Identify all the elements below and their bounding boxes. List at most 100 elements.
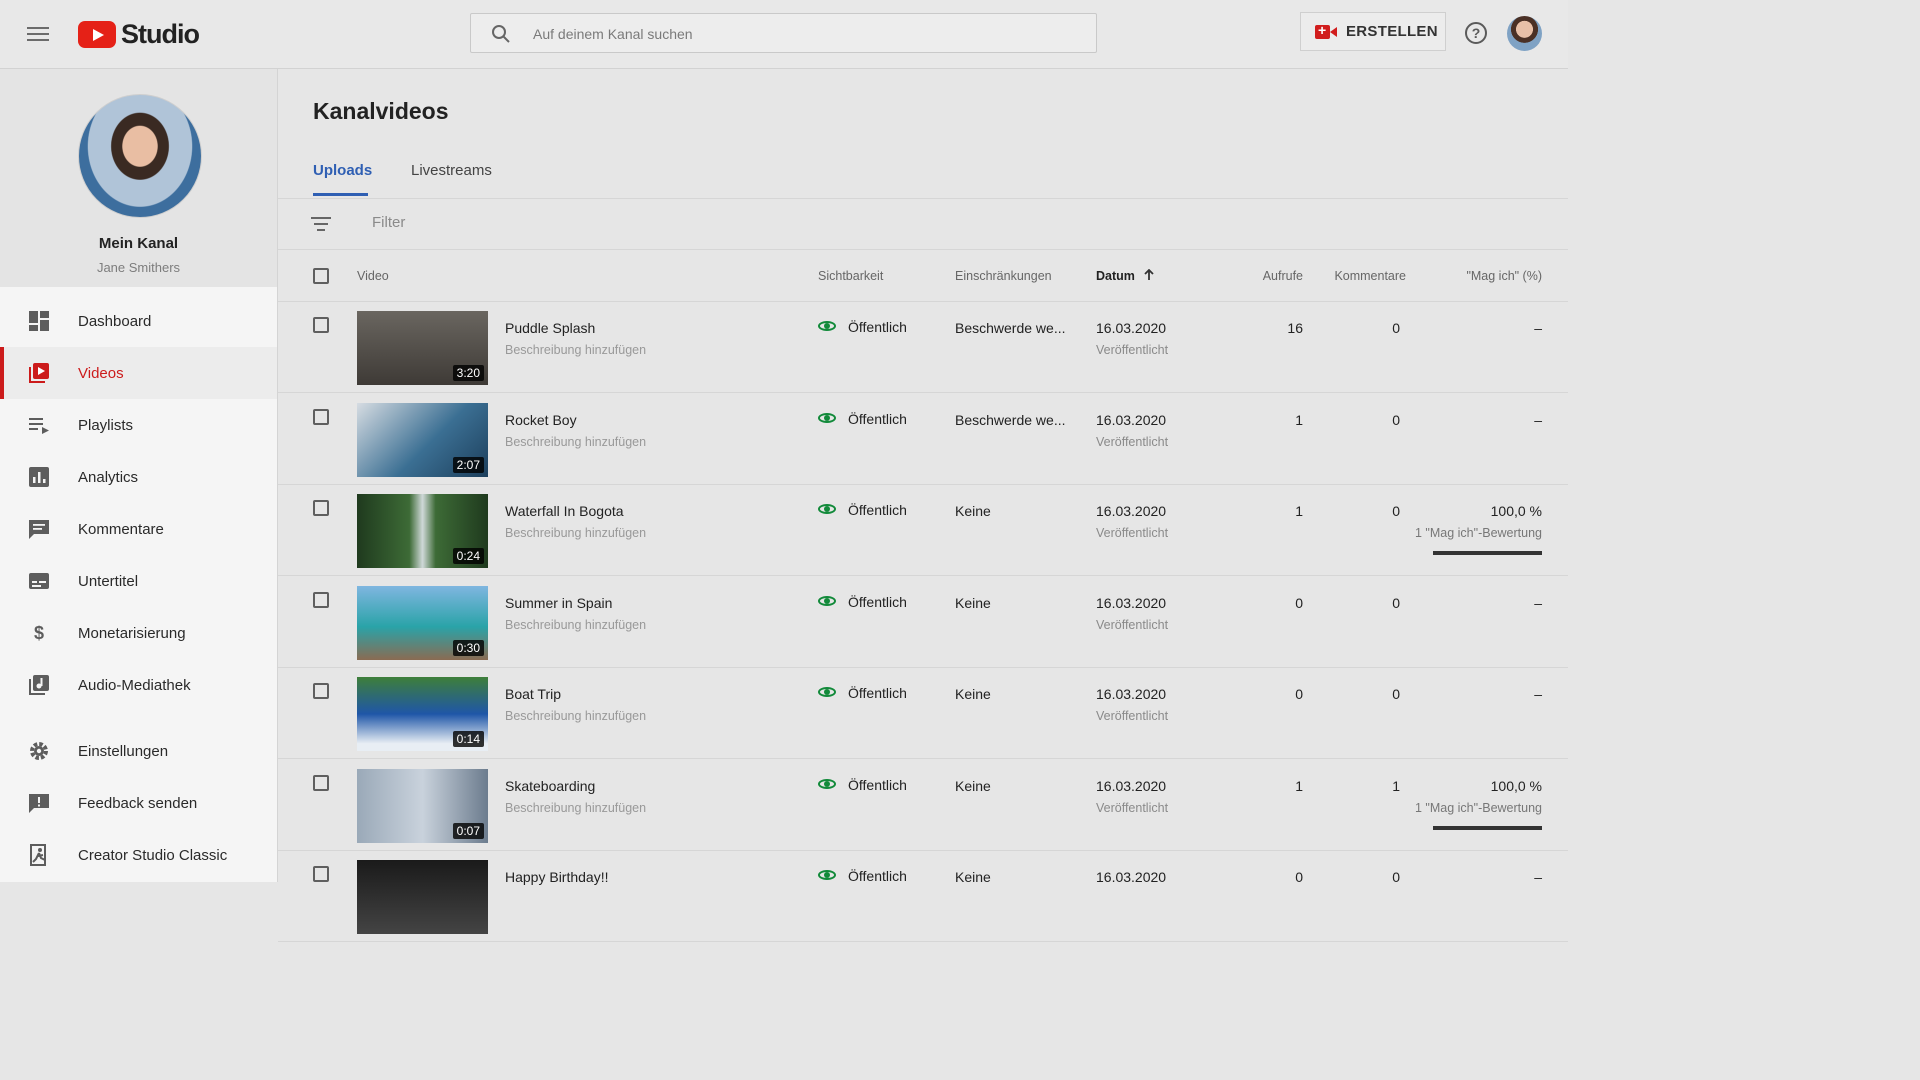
sidebar-item-subtitles[interactable]: Untertitel — [0, 555, 277, 607]
visibility-cell[interactable]: Öffentlich — [818, 685, 907, 701]
visibility-cell[interactable]: Öffentlich — [818, 319, 907, 335]
column-comments[interactable]: Kommentare — [1334, 269, 1406, 283]
row-checkbox[interactable] — [313, 408, 329, 425]
video-title[interactable]: Waterfall In Bogota — [505, 503, 624, 519]
column-views[interactable]: Aufrufe — [1263, 269, 1303, 283]
video-thumbnail[interactable]: 2:07 — [357, 402, 488, 477]
select-all-checkbox[interactable] — [313, 268, 329, 284]
search-icon[interactable] — [491, 24, 511, 44]
sidebar-item-comments[interactable]: Kommentare — [0, 503, 277, 555]
date-cell: 16.03.2020 — [1096, 777, 1167, 794]
create-button[interactable]: ERSTELLEN — [1300, 12, 1446, 51]
column-restrictions[interactable]: Einschränkungen — [955, 269, 1052, 283]
visibility-cell[interactable]: Öffentlich — [818, 777, 907, 793]
sidebar-item-feedback[interactable]: Feedback senden — [0, 777, 277, 829]
video-title[interactable]: Puddle Splash — [505, 320, 595, 336]
views-cell: 1 — [1295, 503, 1303, 519]
likes-cell: 100,0 % — [1490, 503, 1542, 519]
tab-uploads[interactable]: Uploads — [313, 162, 372, 179]
video-duration: 2:07 — [452, 456, 484, 473]
analytics-icon — [29, 467, 49, 487]
hamburger-menu-icon[interactable] — [27, 24, 51, 44]
table-row[interactable]: Happy Birthday!! Öffentlich Keine 16.03.202… — [278, 851, 1568, 942]
sidebar-item-label: Creator Studio Classic — [78, 846, 228, 864]
account-avatar[interactable] — [1507, 16, 1542, 51]
video-description[interactable]: Beschreibung hinzufügen — [505, 343, 646, 357]
eye-icon — [818, 504, 838, 516]
restrictions-cell[interactable]: Keine — [955, 686, 991, 702]
views-cell: 0 — [1295, 686, 1303, 702]
sidebar-item-playlists[interactable]: Playlists — [0, 399, 277, 451]
video-thumbnail[interactable]: 0:14 — [357, 677, 488, 751]
row-checkbox[interactable] — [313, 683, 329, 699]
video-thumbnail[interactable]: 3:20 — [357, 311, 488, 385]
sidebar-item-dashboard[interactable]: Dashboard — [0, 295, 277, 347]
sidebar-item-analytics[interactable]: Analytics — [0, 451, 277, 503]
main-content: Kanalvideos Uploads Livestreams Video Si… — [278, 69, 1568, 942]
video-title[interactable]: Summer in Spain — [505, 595, 612, 611]
restrictions-cell[interactable]: Keine — [955, 778, 991, 794]
row-checkbox[interactable] — [313, 591, 329, 608]
comments-cell: 0 — [1392, 320, 1400, 336]
exit-icon — [30, 844, 46, 866]
sidebar-item-audio-library[interactable]: Audio-Mediathek — [0, 659, 277, 711]
video-title[interactable]: Happy Birthday!! — [505, 869, 609, 885]
table-row[interactable]: 0:14 Boat Trip Beschreibung hinzufügen Öffe… — [278, 668, 1568, 759]
comments-cell: 0 — [1392, 869, 1400, 885]
column-date[interactable]: Datum — [1096, 268, 1155, 283]
filter-icon[interactable] — [311, 217, 331, 231]
visibility-cell[interactable]: Öffentlich — [818, 502, 907, 518]
sidebar-item-monetization[interactable]: $ Monetarisierung — [0, 607, 277, 659]
table-row[interactable]: 0:24 Waterfall In Bogota Beschreibung hinz… — [278, 485, 1568, 576]
sidebar-item-settings[interactable]: Einstellungen — [0, 725, 277, 777]
publish-status: Veröffentlicht — [1096, 709, 1169, 723]
likes-cell: – — [1534, 320, 1542, 336]
video-description[interactable]: Beschreibung hinzufügen — [505, 435, 646, 449]
video-title[interactable]: Boat Trip — [505, 686, 561, 702]
visibility-label: Öffentlich — [848, 776, 907, 793]
video-thumbnail[interactable]: 0:24 — [357, 494, 488, 568]
restrictions-cell[interactable]: Beschwerde we... — [955, 320, 1066, 336]
likes-cell: – — [1534, 686, 1542, 702]
search-input[interactable] — [531, 14, 1075, 54]
video-title[interactable]: Skateboarding — [505, 778, 595, 794]
video-title[interactable]: Rocket Boy — [505, 412, 577, 428]
sidebar-item-videos[interactable]: Videos — [0, 347, 277, 399]
table-row[interactable]: 2:07 Rocket Boy Beschreibung hinzufügen Öff… — [278, 394, 1568, 485]
search-box[interactable] — [470, 13, 1097, 54]
video-description[interactable]: Beschreibung hinzufügen — [505, 709, 646, 723]
video-description[interactable]: Beschreibung hinzufügen — [505, 526, 646, 540]
tab-livestreams[interactable]: Livestreams — [411, 162, 492, 179]
publish-status: Veröffentlicht — [1096, 617, 1169, 632]
feedback-icon — [29, 794, 49, 813]
row-checkbox[interactable] — [313, 866, 329, 882]
row-checkbox[interactable] — [313, 317, 329, 333]
publish-status: Veröffentlicht — [1096, 343, 1169, 357]
visibility-cell[interactable]: Öffentlich — [818, 594, 907, 610]
video-thumbnail[interactable]: 0:07 — [357, 768, 488, 843]
sidebar-item-label: Kommentare — [78, 520, 164, 538]
filter-input[interactable] — [370, 213, 774, 232]
video-thumbnail[interactable] — [357, 860, 488, 934]
restrictions-cell[interactable]: Keine — [955, 595, 991, 611]
sidebar-item-creator-studio-classic[interactable]: Creator Studio Classic — [0, 829, 277, 881]
video-description[interactable]: Beschreibung hinzufügen — [505, 618, 646, 632]
table-row[interactable]: 3:20 Puddle Splash Beschreibung hinzufügen… — [278, 302, 1568, 393]
row-checkbox[interactable] — [313, 500, 329, 516]
restrictions-cell[interactable]: Beschwerde we... — [955, 412, 1066, 428]
studio-logo[interactable]: Studio — [78, 18, 200, 50]
visibility-cell[interactable]: Öffentlich — [818, 868, 907, 884]
table-row[interactable]: 0:30 Summer in Spain Beschreibung hinzufüg… — [278, 577, 1568, 668]
video-thumbnail[interactable]: 0:30 — [357, 585, 488, 660]
restrictions-cell[interactable]: Keine — [955, 503, 991, 519]
row-checkbox[interactable] — [313, 774, 329, 791]
visibility-cell[interactable]: Öffentlich — [818, 411, 907, 427]
help-icon[interactable]: ? — [1465, 22, 1487, 44]
table-row[interactable]: 0:07 Skateboarding Beschreibung hinzufügen… — [278, 760, 1568, 851]
video-description[interactable]: Beschreibung hinzufügen — [505, 801, 646, 815]
column-likes[interactable]: "Mag ich" (%) — [1466, 269, 1542, 283]
column-visibility[interactable]: Sichtbarkeit — [818, 269, 883, 283]
restrictions-cell[interactable]: Keine — [955, 869, 991, 885]
video-duration: 0:24 — [452, 548, 484, 564]
channel-avatar[interactable] — [78, 94, 202, 218]
